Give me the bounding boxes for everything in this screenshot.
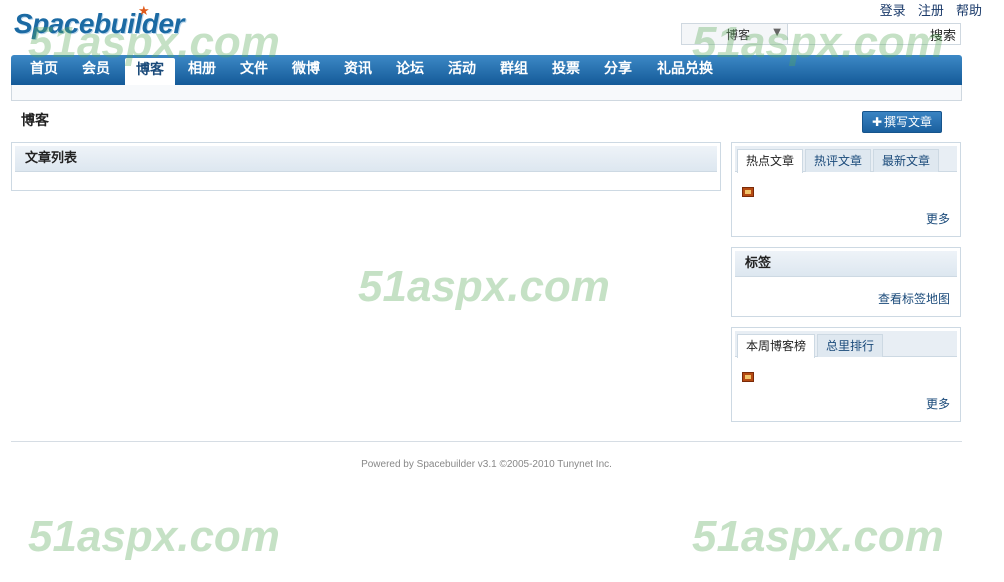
search-scope-select[interactable]: 博客 ▼ xyxy=(682,24,788,44)
nav-item-forum[interactable]: 论坛 xyxy=(387,55,433,85)
footer-divider xyxy=(11,441,962,442)
chevron-down-icon: ▼ xyxy=(773,27,781,38)
plus-icon: ✚ xyxy=(871,115,883,129)
nav-item-albums[interactable]: 相册 xyxy=(179,55,225,85)
blog-ranking-panel: 本周博客榜 总里排行 更多 xyxy=(731,327,961,422)
nav-item-microblog[interactable]: 微博 xyxy=(283,55,329,85)
nav-item-home[interactable]: 首页 xyxy=(21,55,67,85)
hot-articles-tabs: 热点文章 热评文章 最新文章 xyxy=(735,146,957,173)
search-scope-value: 博客 xyxy=(726,28,751,42)
nav-item-blog[interactable]: 博客 xyxy=(125,58,175,85)
hot-articles-more-link[interactable]: 更多 xyxy=(926,210,950,227)
page-title: 博客 xyxy=(21,113,49,129)
tab-hot-articles[interactable]: 热点文章 xyxy=(737,149,803,173)
footer-text: Powered by Spacebuilder v3.1 ©2005-2010 … xyxy=(361,459,612,470)
login-link[interactable]: 登录 xyxy=(880,4,906,19)
blog-ranking-tabs: 本周博客榜 总里排行 xyxy=(735,331,957,358)
loading-icon xyxy=(742,187,754,197)
nav-item-news[interactable]: 资讯 xyxy=(335,55,381,85)
tag-map-link[interactable]: 查看标签地图 xyxy=(878,290,950,307)
search-button[interactable]: 搜索 xyxy=(930,25,956,44)
tab-hot-commented[interactable]: 热评文章 xyxy=(805,149,871,172)
write-article-button[interactable]: ✚ 撰写文章 xyxy=(862,111,942,133)
tab-latest-articles[interactable]: 最新文章 xyxy=(873,149,939,172)
help-link[interactable]: 帮助 xyxy=(956,4,982,19)
blog-ranking-more-link[interactable]: 更多 xyxy=(926,395,950,412)
nav-item-share[interactable]: 分享 xyxy=(595,55,641,85)
nav-item-gift-exchange[interactable]: 礼品兑换 xyxy=(647,55,723,85)
watermark: 51aspx.com xyxy=(358,262,610,311)
tab-weekly-ranking[interactable]: 本周博客榜 xyxy=(737,334,815,358)
search-input[interactable] xyxy=(789,24,919,44)
hot-articles-panel: 热点文章 热评文章 最新文章 更多 xyxy=(731,142,961,237)
article-list-title: 文章列表 xyxy=(15,146,717,172)
tags-panel: 标签 查看标签地图 xyxy=(731,247,961,317)
tags-title: 标签 xyxy=(735,251,957,277)
article-list-panel: 文章列表 xyxy=(11,142,721,191)
write-article-label: 撰写文章 xyxy=(884,115,933,129)
search-box: 博客 ▼ 搜索 xyxy=(681,23,961,45)
main-nav: 首页 会员 博客 相册 文件 微博 资讯 论坛 活动 群组 投票 分享 礼品兑换 xyxy=(11,55,962,85)
watermark: 51aspx.com xyxy=(28,512,280,561)
tab-total-ranking[interactable]: 总里排行 xyxy=(817,334,883,357)
logo-star-icon: ★ xyxy=(138,4,150,19)
loading-icon xyxy=(742,372,754,382)
nav-item-members[interactable]: 会员 xyxy=(73,55,119,85)
nav-item-events[interactable]: 活动 xyxy=(439,55,485,85)
site-logo[interactable]: Spacebuilder xyxy=(14,8,184,40)
nav-item-polls[interactable]: 投票 xyxy=(543,55,589,85)
register-link[interactable]: 注册 xyxy=(918,4,944,19)
sub-nav xyxy=(11,85,962,101)
nav-item-groups[interactable]: 群组 xyxy=(491,55,537,85)
nav-item-files[interactable]: 文件 xyxy=(231,55,277,85)
watermark: 51aspx.com xyxy=(692,512,944,561)
top-links: 登录 注册 帮助 xyxy=(872,0,982,19)
